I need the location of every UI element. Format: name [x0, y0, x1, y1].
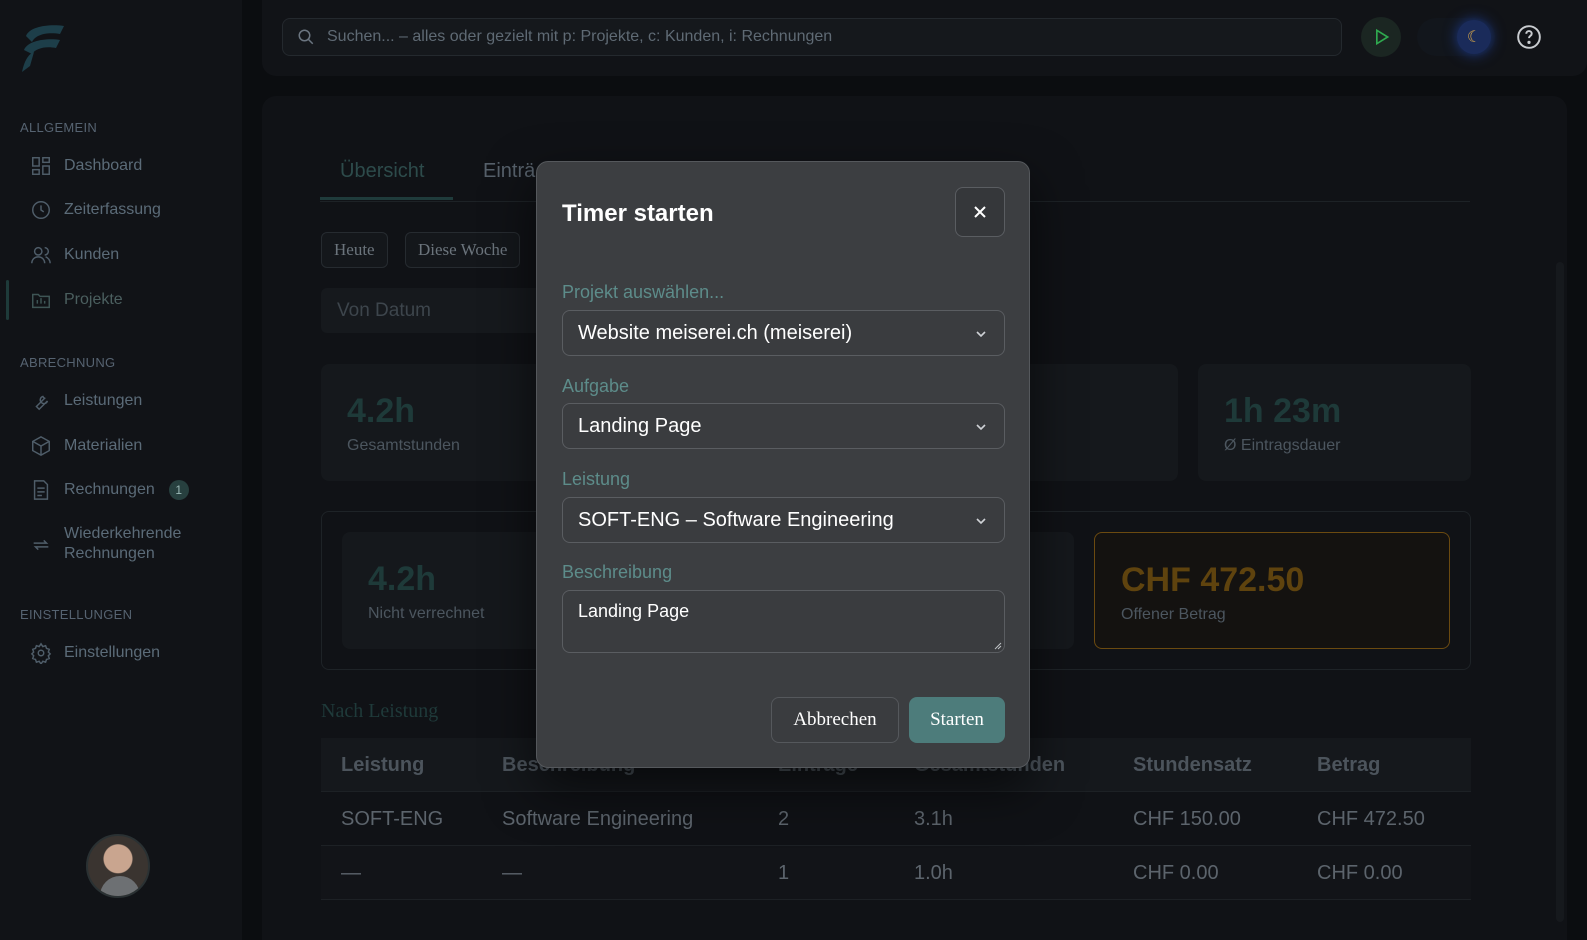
chevron-down-icon	[976, 424, 986, 431]
task-select[interactable]: Landing Page	[562, 403, 1005, 449]
service-select[interactable]: SOFT-ENG – Software Engineering	[562, 497, 1005, 543]
dialog-title: Timer starten	[562, 200, 714, 227]
close-button[interactable]	[955, 187, 1005, 237]
close-icon	[974, 206, 986, 218]
project-select[interactable]: Website meiserei.ch (meiserei)	[562, 310, 1005, 356]
chevron-down-icon	[976, 518, 986, 525]
cancel-button[interactable]: Abbrechen	[771, 697, 899, 743]
chevron-down-icon	[976, 331, 986, 338]
start-timer-dialog: Timer starten Projekt auswählen... Websi…	[536, 161, 1030, 768]
service-label: Leistung	[562, 469, 631, 489]
start-button[interactable]: Starten	[909, 697, 1005, 743]
project-select-value: Website meiserei.ch (meiserei)	[578, 321, 853, 344]
project-label: Projekt auswählen...	[562, 282, 725, 302]
task-select-value: Landing Page	[578, 414, 702, 437]
description-textarea[interactable]: Landing Page	[562, 590, 1005, 653]
task-label: Aufgabe	[562, 376, 630, 396]
description-label: Beschreibung	[562, 562, 673, 582]
resize-handle-icon[interactable]	[992, 640, 1002, 650]
description-value: Landing Page	[578, 601, 690, 621]
service-select-value: SOFT-ENG – Software Engineering	[578, 508, 894, 531]
